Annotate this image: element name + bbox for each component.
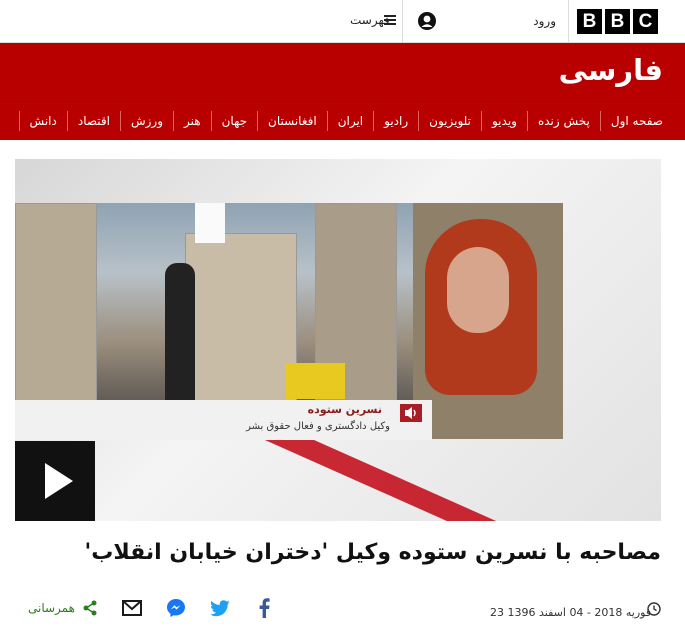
share-icon[interactable] bbox=[79, 597, 101, 619]
nav-item-live[interactable]: پخش زنده bbox=[526, 111, 600, 131]
article-date: 23 فوریه 2018 - 04 اسفند 1396 bbox=[490, 606, 652, 619]
nav-item-radio[interactable]: رادیو bbox=[373, 111, 418, 131]
clock-icon bbox=[647, 602, 661, 616]
nav-item-video[interactable]: ویدیو bbox=[480, 111, 527, 131]
caption-role: وکیل دادگستری و فعال حقوق بشر bbox=[246, 421, 390, 432]
brand-title[interactable]: فارسی bbox=[559, 53, 663, 87]
bbc-logo-letter-b1: B bbox=[577, 9, 602, 34]
twitter-icon[interactable] bbox=[209, 597, 231, 619]
nav-item-arts[interactable]: هنر bbox=[173, 111, 211, 131]
bbc-logo[interactable]: B B C bbox=[577, 9, 658, 34]
white-flag-image bbox=[195, 203, 225, 243]
brand-bar: فارسی bbox=[0, 43, 685, 101]
caption-name: نسرین ستوده bbox=[307, 403, 382, 416]
email-icon[interactable] bbox=[121, 597, 143, 619]
hamburger-icon[interactable] bbox=[384, 14, 396, 26]
user-icon[interactable] bbox=[418, 12, 436, 30]
nav-item-sport[interactable]: ورزش bbox=[119, 111, 173, 131]
article-headline: مصاحبه با نسرین ستوده وکیل 'دختران خیابا… bbox=[84, 540, 661, 565]
divider bbox=[402, 0, 403, 42]
bbc-logo-letter-c: C bbox=[633, 9, 658, 34]
nav-item-tv[interactable]: تلویزیون bbox=[418, 111, 481, 131]
nav-item-world[interactable]: جهان bbox=[210, 111, 257, 131]
building-image bbox=[185, 233, 297, 405]
nav-item-economy[interactable]: اقتصاد bbox=[66, 111, 120, 131]
yellow-bin-image bbox=[285, 363, 345, 399]
play-button[interactable] bbox=[15, 441, 95, 521]
woman-figure-image bbox=[165, 263, 195, 403]
main-nav: صفحه اول پخش زنده ویدیو تلویزیون رادیو ا… bbox=[0, 101, 685, 140]
facebook-icon[interactable] bbox=[253, 597, 275, 619]
bbc-logo-letter-b2: B bbox=[605, 9, 630, 34]
play-icon bbox=[45, 463, 73, 499]
speaker-icon bbox=[400, 404, 422, 422]
lower-third-caption: نسرین ستوده وکیل دادگستری و فعال حقوق بش… bbox=[15, 400, 432, 440]
building-image bbox=[15, 203, 97, 405]
face-image bbox=[447, 247, 509, 333]
street-photo bbox=[15, 203, 415, 405]
nav-item-iran[interactable]: ایران bbox=[326, 111, 373, 131]
messenger-icon[interactable] bbox=[165, 597, 187, 619]
nav-item-afghanistan[interactable]: افغانستان bbox=[257, 111, 327, 131]
nav-item-science[interactable]: دانش bbox=[18, 111, 67, 131]
share-label[interactable]: همرسانی bbox=[28, 601, 75, 615]
login-label: ورود bbox=[533, 14, 556, 28]
nav-item-home[interactable]: صفحه اول bbox=[599, 111, 685, 131]
video-player[interactable]: نسرین ستوده وکیل دادگستری و فعال حقوق بش… bbox=[15, 159, 661, 521]
top-bar: B B C ورود فهرست bbox=[0, 0, 685, 43]
